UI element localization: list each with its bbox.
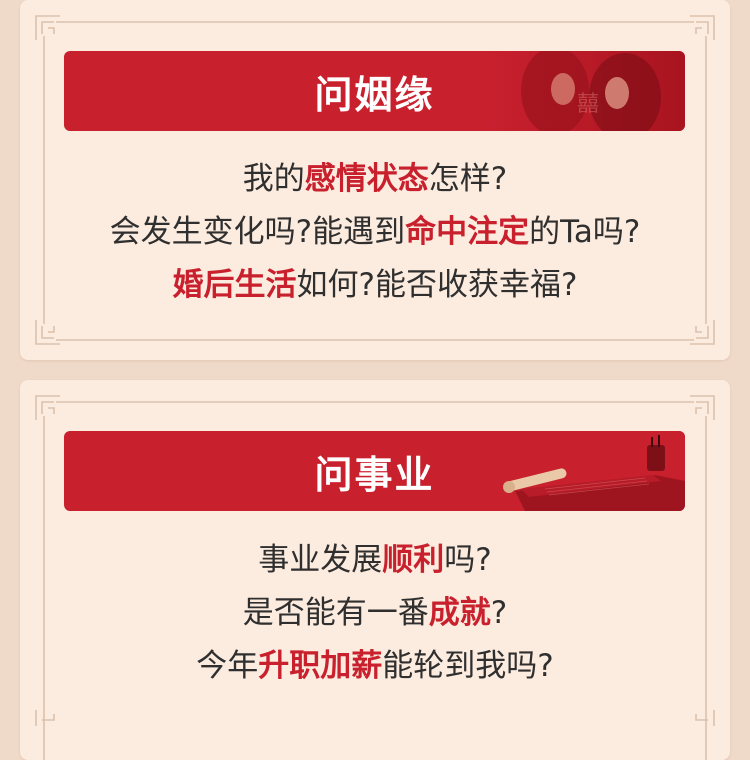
question-text: 的Ta吗? (529, 214, 641, 250)
question-text: 我的 (242, 161, 305, 197)
question-line: 今年升职加薪能轮到我吗? (20, 640, 730, 693)
career-card: 问事业 事业发展顺利吗? 是否能有一番成就? 今年升职加薪能轮到我吗? (20, 380, 730, 760)
question-line: 婚后生活如何?能否收获幸福? (20, 259, 730, 312)
question-line: 事业发展顺利吗? (20, 534, 730, 587)
question-text: ? (490, 595, 508, 631)
question-highlight: 婚后生活 (172, 267, 297, 303)
question-highlight: 升职加薪 (258, 648, 383, 684)
banner-title: 问事业 (314, 452, 435, 497)
question-highlight: 命中注定 (405, 214, 530, 250)
question-text: 今年 (196, 648, 259, 684)
career-banner: 问事业 (64, 431, 685, 511)
question-list: 我的感情状态怎样? 会发生变化吗?能遇到命中注定的Ta吗? 婚后生活如何?能否收… (20, 153, 730, 312)
question-list: 事业发展顺利吗? 是否能有一番成就? 今年升职加薪能轮到我吗? (20, 534, 730, 693)
question-text: 吗? (444, 542, 492, 578)
question-line: 我的感情状态怎样? (20, 153, 730, 206)
question-text: 会发生变化吗?能遇到 (109, 214, 406, 250)
question-text: 能轮到我吗? (382, 648, 554, 684)
question-highlight: 成就 (428, 595, 491, 631)
question-text: 事业发展 (258, 542, 383, 578)
question-line: 是否能有一番成就? (20, 587, 730, 640)
banner-title: 问姻缘 (314, 72, 435, 117)
question-line: 会发生变化吗?能遇到命中注定的Ta吗? (20, 206, 730, 259)
question-text: 怎样? (428, 161, 508, 197)
marriage-card: 囍 问姻缘 我的感情状态怎样? 会发生变化吗?能遇到命中注定的Ta吗? 婚后生活… (20, 0, 730, 360)
question-text: 是否能有一番 (242, 595, 429, 631)
marriage-banner: 囍 问姻缘 (64, 51, 685, 131)
question-highlight: 顺利 (382, 542, 445, 578)
question-text: 如何?能否收获幸福? (296, 267, 578, 303)
question-highlight: 感情状态 (304, 161, 429, 197)
